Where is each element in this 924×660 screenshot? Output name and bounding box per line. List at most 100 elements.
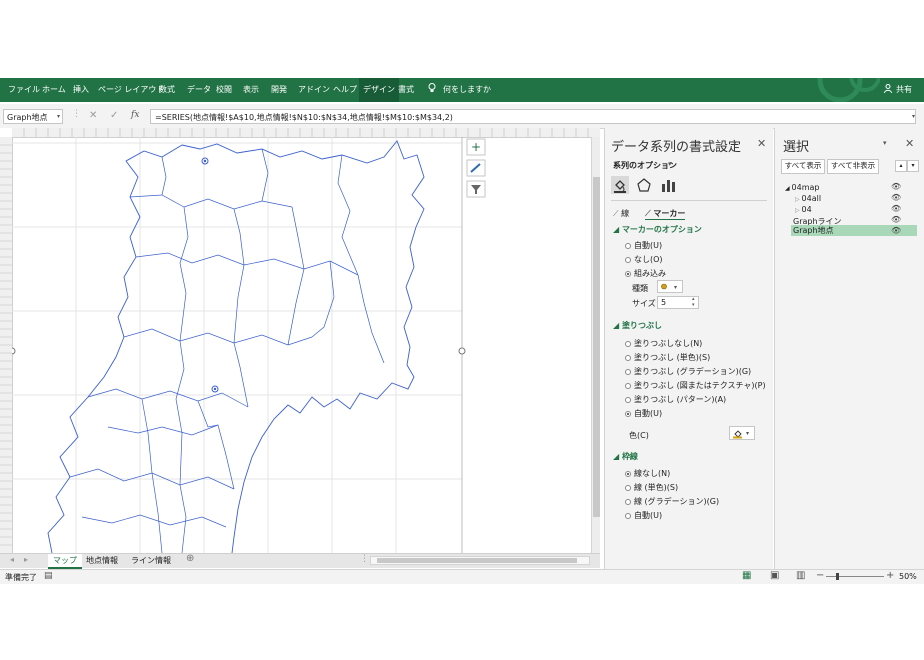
tab-home[interactable]: ホーム	[42, 78, 66, 102]
cancel-icon[interactable]: ✕	[89, 110, 97, 121]
fill-option-pattern[interactable]: 塗りつぶし (パターン)(A)	[625, 394, 726, 405]
worksheet[interactable]: +	[0, 128, 600, 553]
marker-option-auto[interactable]: 自動(U)	[625, 240, 662, 251]
tab-insert[interactable]: 挿入	[73, 78, 89, 102]
prev-sheet-icon[interactable]: ◂	[10, 555, 14, 564]
fill-option-auto[interactable]: 自動(U)	[625, 408, 662, 419]
show-all-button[interactable]: すべて表示	[781, 159, 825, 174]
border-header[interactable]: ◢ 枠線	[613, 451, 638, 462]
sheet-tab-lines[interactable]: ライン情報	[126, 554, 176, 567]
fill-color-picker[interactable]: ▾	[729, 426, 755, 440]
radio-icon	[625, 341, 631, 347]
line-tab[interactable]: ⟋ 線	[613, 208, 629, 219]
marker-type-dropdown[interactable]: ▾	[657, 280, 683, 293]
marker-tab-underline	[645, 219, 685, 220]
tab-developer[interactable]: 開発	[271, 78, 287, 102]
user-icon	[884, 78, 892, 102]
add-sheet-icon[interactable]: ⊕	[186, 553, 194, 564]
tab-help[interactable]: ヘルプ	[333, 78, 357, 102]
zoom-slider-thumb[interactable]	[836, 573, 839, 580]
share-button[interactable]: 共有	[896, 78, 912, 102]
close-icon[interactable]: ✕	[757, 137, 766, 150]
fill-line-tab[interactable]	[611, 176, 629, 194]
tab-view[interactable]: 表示	[243, 78, 259, 102]
effects-tab-icon[interactable]	[635, 176, 653, 194]
tab-format[interactable]: 書式	[398, 78, 414, 102]
border-option-solid[interactable]: 線 (単色)(S)	[625, 482, 678, 493]
tab-addins[interactable]: アドイン	[298, 78, 330, 102]
radio-selected-icon	[625, 471, 631, 477]
chevron-down-icon[interactable]: ▾	[883, 139, 887, 147]
zoom-level[interactable]: 50%	[899, 572, 917, 581]
vertical-scroll-thumb[interactable]	[593, 177, 600, 517]
chart-filter-button[interactable]	[466, 180, 486, 198]
close-icon[interactable]: ✕	[905, 137, 914, 150]
sheet-tab-map[interactable]: マップ	[48, 554, 82, 569]
chevron-down-icon[interactable]: ▾	[733, 139, 737, 147]
page-break-view-icon[interactable]: ▥	[796, 570, 805, 581]
tell-me-search[interactable]: 何をしますか	[443, 78, 491, 102]
chevron-down-icon[interactable]: ▾	[668, 160, 672, 168]
tab-design[interactable]: デザイン	[359, 78, 399, 102]
name-box[interactable]: Graph地点	[3, 109, 63, 124]
tab-file[interactable]: ファイル	[8, 78, 40, 102]
zoom-in-icon[interactable]: +	[886, 570, 894, 581]
visibility-eye-icon[interactable]: 👁	[891, 215, 901, 224]
sheet-tab-points[interactable]: 地点情報	[81, 554, 123, 567]
resize-handle-left[interactable]	[12, 347, 16, 355]
marker-option-builtin[interactable]: 組み込み	[625, 268, 666, 279]
marker-option-none[interactable]: なし(O)	[625, 254, 663, 265]
collapse-triangle-icon: ◢	[613, 225, 622, 234]
tab-page-layout[interactable]: ページ レイアウト	[98, 78, 164, 102]
macro-record-icon[interactable]: ▤	[44, 571, 53, 581]
tab-data[interactable]: データ	[187, 78, 211, 102]
radio-icon	[625, 485, 631, 491]
chart-styles-button[interactable]	[466, 159, 486, 177]
vertical-scrollbar[interactable]	[591, 137, 600, 553]
visibility-eye-icon[interactable]: 👁	[891, 182, 901, 191]
border-option-gradient[interactable]: 線 (グラデーション)(G)	[625, 496, 719, 507]
tab-formulas[interactable]: 数式	[159, 78, 175, 102]
enter-icon[interactable]: ✓	[110, 110, 118, 121]
visibility-eye-icon[interactable]: 👁	[891, 204, 901, 213]
expand-formula-icon[interactable]: ▾	[912, 113, 915, 120]
svg-text:▾: ▾	[746, 430, 749, 437]
marker-options-header[interactable]: ◢ マーカーのオプション	[613, 224, 702, 235]
move-up-button[interactable]: ▴	[895, 160, 907, 172]
move-down-button[interactable]: ▾	[907, 160, 919, 172]
normal-view-icon[interactable]: ▦	[742, 570, 751, 581]
resize-handle-right[interactable]	[458, 347, 466, 355]
lightbulb-icon	[428, 78, 436, 102]
ribbon: ファイル ホーム 挿入 ページ レイアウト 数式 データ 校閲 表示 開発 アド…	[0, 78, 924, 102]
zoom-slider[interactable]	[826, 576, 884, 577]
visibility-eye-icon[interactable]: 👁	[891, 193, 901, 202]
fill-option-solid[interactable]: 塗りつぶし (単色)(S)	[625, 352, 710, 363]
fill-header[interactable]: ◢ 塗りつぶし	[613, 320, 662, 331]
marker-tab[interactable]: ⟋ マーカー	[645, 208, 685, 219]
fill-option-none[interactable]: 塗りつぶしなし(N)	[625, 338, 702, 349]
border-option-none[interactable]: 線なし(N)	[625, 468, 670, 479]
border-option-auto[interactable]: 自動(U)	[625, 510, 662, 521]
tab-review[interactable]: 校閲	[216, 78, 232, 102]
series-options-bar-icon[interactable]	[659, 176, 677, 194]
hide-all-button[interactable]: すべて非表示	[827, 159, 879, 174]
marker-center[interactable]	[211, 385, 219, 393]
map-chart[interactable]: +	[12, 137, 590, 553]
next-sheet-icon[interactable]: ▸	[24, 555, 28, 564]
fill-option-picture[interactable]: 塗りつぶし (図またはテクスチャ)(P)	[625, 380, 766, 391]
radio-icon	[625, 513, 631, 519]
chart-elements-button[interactable]: +	[466, 138, 486, 156]
page-layout-view-icon[interactable]: ▣	[770, 570, 779, 581]
radio-selected-icon	[625, 411, 631, 417]
pane-title: データ系列の書式設定	[611, 140, 742, 155]
horizontal-scrollbar[interactable]	[370, 556, 590, 565]
marker-north[interactable]	[201, 157, 209, 165]
visibility-eye-icon[interactable]: 👁	[891, 226, 901, 235]
fx-icon[interactable]: fx	[131, 110, 139, 120]
fill-option-gradient[interactable]: 塗りつぶし (グラデーション)(G)	[625, 366, 751, 377]
zoom-out-icon[interactable]: −	[816, 570, 824, 581]
chevron-down-icon[interactable]: ▾	[57, 113, 60, 120]
spinner-icon[interactable]: ▴ ▾	[692, 296, 695, 308]
formula-input[interactable]: =SERIES(地点情報!$A$10,地点情報!$N$10:$N$34,地点情報…	[150, 109, 916, 124]
horizontal-scroll-thumb[interactable]	[377, 558, 577, 563]
